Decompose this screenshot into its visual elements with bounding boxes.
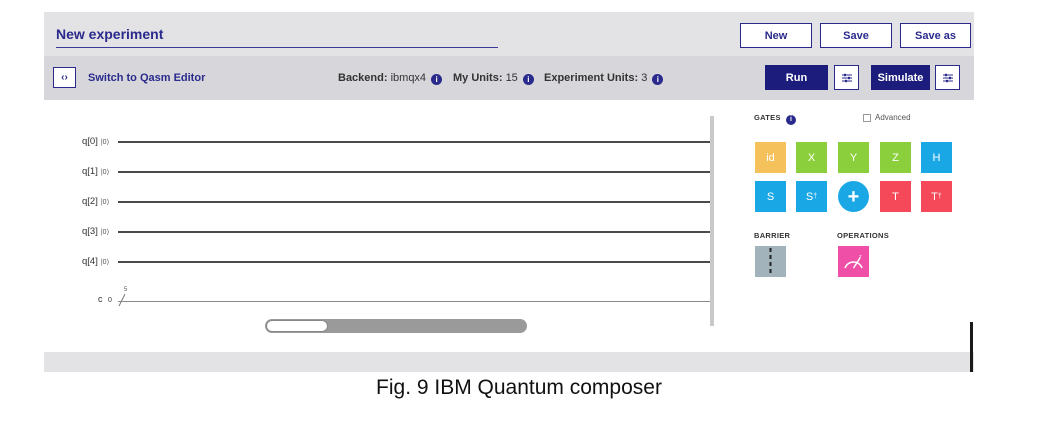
new-button[interactable]: New [740,23,812,48]
advanced-toggle[interactable]: Advanced [863,113,911,122]
sliders-icon [841,73,852,82]
simulate-settings-button[interactable] [935,65,960,90]
qubit-label-q1: q[1] |0⟩ [82,166,110,177]
my-units-value: 15 [505,72,518,84]
experiment-units-info: Experiment Units: 3 i [544,72,664,85]
info-icon[interactable]: i [522,74,534,85]
measure-gate[interactable]: z [838,246,869,277]
save-as-button[interactable]: Save as [900,23,971,48]
measure-meter-icon: z [844,254,863,269]
qubit-label-q0: q[0] |0⟩ [82,136,110,147]
gate-s[interactable]: S [755,181,786,212]
barrier-icon [769,248,772,275]
backend-info: Backend: ibmqx4 i [338,72,443,85]
operations-title: OPERATIONS [837,231,890,240]
sliders-icon [942,73,953,82]
circuit-canvas[interactable]: q[0] |0⟩ q[1] |0⟩ q[2] |0⟩ q[3] |0⟩ q[4] |0⟩ … [44,100,714,352]
backend-label: Backend: [338,72,388,84]
qubit-label-q4: q[4] |0⟩ [82,256,110,267]
info-icon[interactable]: i [431,74,443,85]
gate-t[interactable]: T [880,181,911,212]
advanced-label: Advanced [875,113,911,122]
code-toggle-button[interactable]: ‹› [53,67,76,88]
experiment-units-label: Experiment Units: [544,72,639,84]
switch-qasm-link[interactable]: Switch to Qasm Editor [88,72,205,84]
gate-h[interactable]: H [921,142,952,173]
info-icon[interactable]: i [786,115,797,125]
run-button[interactable]: Run [765,65,828,90]
toolbar: ‹› Switch to Qasm Editor Backend: ibmqx4… [44,56,974,100]
save-button[interactable]: Save [820,23,892,48]
barrier-title: BARRIER [754,231,791,240]
gate-panel: GATES i Advanced id X Y Z H S S † + T T † … [714,100,974,352]
window-edge [970,322,973,372]
classical-wire[interactable] [118,301,710,302]
svg-text:z: z [859,254,862,260]
code-toggle-icon: ‹› [61,72,68,83]
qubit-wire-q0[interactable] [118,141,710,143]
classical-register-width: 5 [124,287,128,293]
gate-cnot[interactable]: + [838,181,869,212]
qubit-label-q3: q[3] |0⟩ [82,226,110,237]
run-settings-button[interactable] [834,65,859,90]
scrollbar-thumb[interactable] [266,320,328,332]
gate-y[interactable]: Y [838,142,869,173]
qubit-wire-q2[interactable] [118,201,710,203]
gate-x[interactable]: X [796,142,827,173]
figure-caption: Fig. 9 IBM Quantum composer [376,376,662,399]
qubit-wire-q1[interactable] [118,171,710,173]
my-units-label: My Units: [453,72,503,84]
horizontal-scrollbar[interactable] [265,319,527,333]
gates-title: GATES i [754,113,797,125]
classical-register-label: c 0 [98,294,112,304]
gate-tdg[interactable]: T † [921,181,952,212]
qubit-wire-q4[interactable] [118,261,710,263]
gate-z[interactable]: Z [880,142,911,173]
title-underline [56,47,498,48]
info-icon[interactable]: i [652,74,664,85]
experiment-title[interactable]: New experiment [56,26,163,42]
my-units-info: My Units: 15 i [453,72,534,85]
gate-id[interactable]: id [755,142,786,173]
composer-window: New experiment New Save Save as ‹› Switc… [44,12,974,372]
advanced-checkbox[interactable] [863,113,871,122]
experiment-units-value: 3 [641,72,648,84]
simulate-button[interactable]: Simulate [871,65,930,90]
barrier-gate[interactable] [755,246,786,277]
qubit-label-q2: q[2] |0⟩ [82,196,110,207]
backend-value: ibmqx4 [390,72,427,84]
qubit-wire-q3[interactable] [118,231,710,233]
gate-sdg[interactable]: S † [796,181,827,212]
